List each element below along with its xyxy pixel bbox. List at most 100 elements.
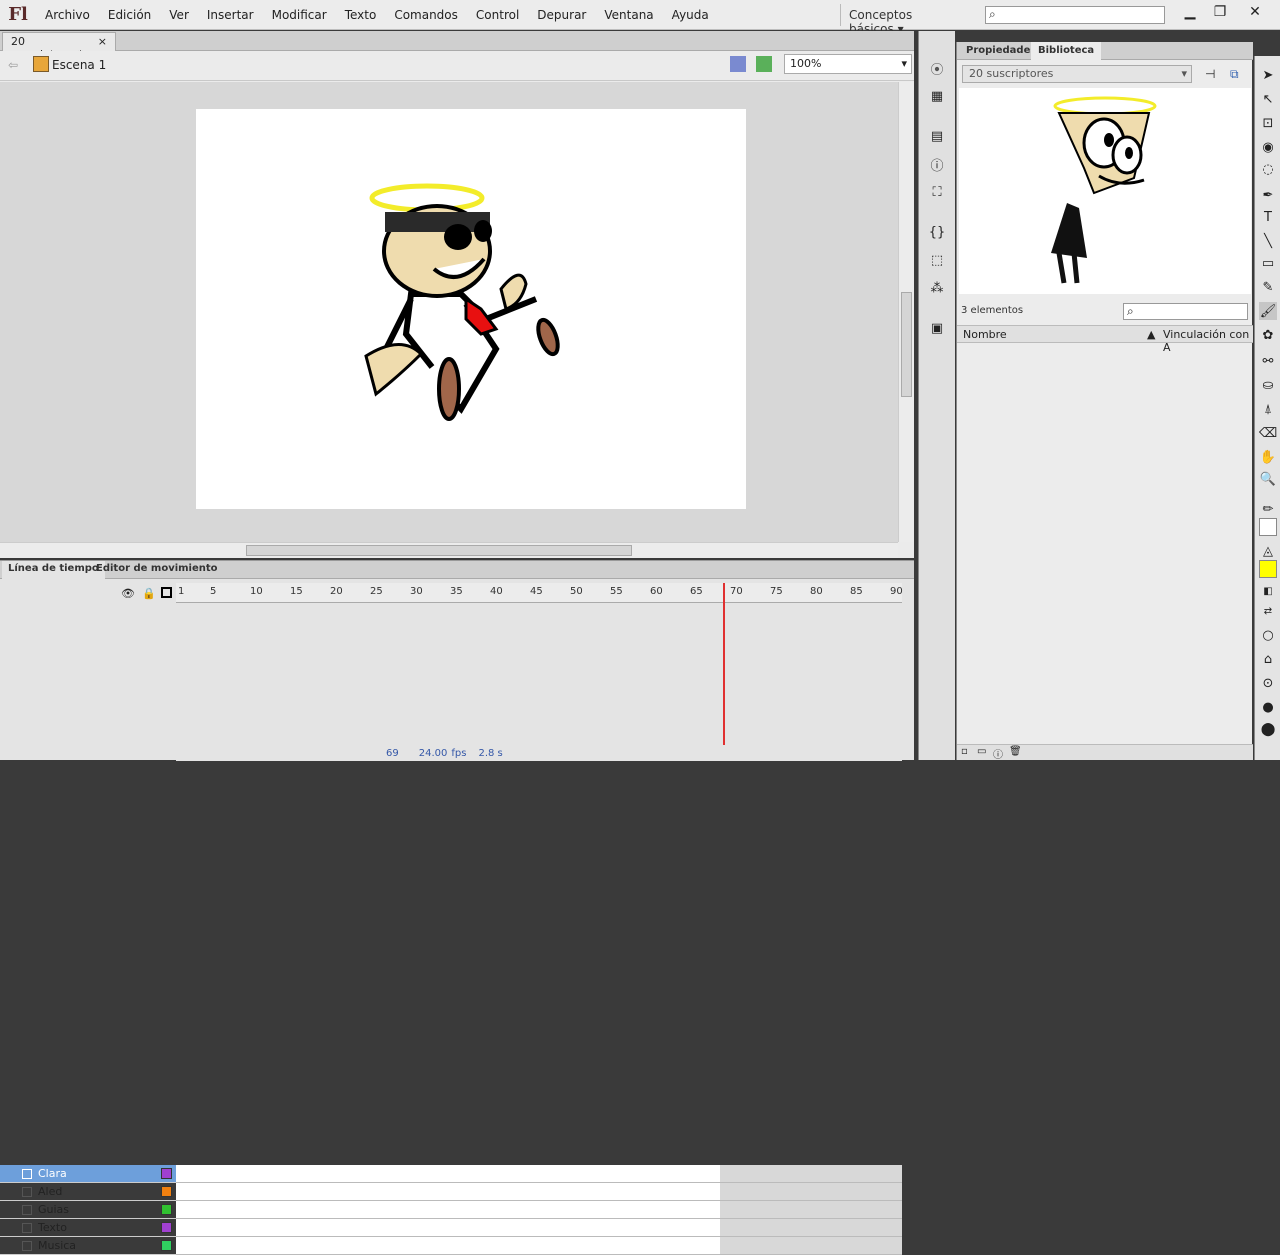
layer-row[interactable]: Musica — [0, 1237, 176, 1255]
menu-item-10[interactable]: Ayuda — [663, 8, 718, 22]
deco-icon[interactable]: ✿ — [1259, 326, 1277, 344]
layer-row[interactable]: Clara — [0, 1165, 176, 1183]
workspace-switcher[interactable]: Conceptos básicos ▾ — [840, 4, 968, 36]
scroll-thumb[interactable] — [246, 545, 632, 556]
code-snippets-icon[interactable]: {} — [928, 223, 946, 241]
frame-row[interactable] — [176, 1201, 902, 1219]
layer-color-swatch[interactable] — [161, 1168, 172, 1179]
outline-icon[interactable] — [161, 587, 172, 598]
zoom-icon[interactable]: 🔍 — [1259, 470, 1277, 488]
frame-row[interactable] — [176, 1237, 902, 1255]
stage-canvas[interactable] — [196, 109, 746, 509]
free-transform-icon[interactable]: ⊡ — [1259, 114, 1277, 132]
layer-color-swatch[interactable] — [161, 1204, 172, 1215]
stroke-color-swatch[interactable] — [1259, 518, 1277, 536]
properties-icon[interactable]: ⓘ — [993, 746, 1003, 761]
smooth-icon[interactable]: ⊙ — [1259, 674, 1277, 692]
column-name[interactable]: Nombre — [963, 328, 1007, 341]
layer-row[interactable]: Texto — [0, 1219, 176, 1237]
layer-color-swatch[interactable] — [161, 1222, 172, 1233]
eyedropper-icon[interactable]: ⍋ — [1259, 400, 1277, 418]
info-icon[interactable]: ⓘ — [928, 155, 946, 174]
back-arrow-icon[interactable]: ⇦ — [8, 58, 18, 72]
lasso-icon[interactable]: ◌ — [1259, 160, 1277, 178]
brush-size-icon[interactable]: ● — [1259, 698, 1277, 716]
restore-button[interactable]: ❐ — [1205, 2, 1235, 22]
menu-item-9[interactable]: Ventana — [595, 8, 662, 22]
fill-color-icon[interactable]: ◬ — [1259, 542, 1277, 560]
text-tool-icon[interactable]: T — [1259, 208, 1277, 226]
zoom-select[interactable]: 100% ▾ — [784, 54, 912, 74]
help-search-input[interactable]: ⌕ — [985, 6, 1165, 24]
tab-library[interactable]: Biblioteca — [1031, 42, 1102, 60]
swatches-icon[interactable]: ▦ — [928, 87, 946, 105]
components-icon[interactable]: ⬚ — [928, 251, 946, 269]
bone-icon[interactable]: ⚯ — [1259, 352, 1277, 370]
scene-label[interactable]: Escena 1 — [52, 58, 106, 72]
frame-rate[interactable]: 24.00 — [419, 748, 448, 759]
lock-icon[interactable]: 🔒 — [142, 587, 156, 600]
frame-row[interactable] — [176, 1165, 902, 1183]
edit-scene-icon[interactable] — [730, 56, 746, 72]
snap-icon[interactable]: ○ — [1259, 626, 1277, 644]
transform-icon[interactable]: ⛶ — [928, 183, 946, 201]
3d-rotation-icon[interactable]: ◉ — [1259, 138, 1277, 156]
layer-name[interactable]: Musica — [38, 1239, 76, 1252]
close-window-button[interactable]: ✕ — [1240, 2, 1270, 22]
delete-icon[interactable]: 🗑 — [1009, 746, 1022, 757]
brush-icon[interactable]: 🖌 — [1259, 302, 1277, 320]
layer-color-swatch[interactable] — [161, 1240, 172, 1251]
layer-color-swatch[interactable] — [161, 1186, 172, 1197]
stage-horizontal-scrollbar[interactable] — [0, 542, 898, 558]
playhead[interactable] — [723, 583, 725, 761]
current-frame[interactable]: 69 — [386, 748, 399, 759]
document-tab[interactable]: 20 suscriptores* × — [2, 32, 116, 61]
menu-item-3[interactable]: Insertar — [198, 8, 263, 22]
eraser-icon[interactable]: ⌫ — [1259, 424, 1277, 442]
brush-shape-icon[interactable]: ⬤ — [1259, 720, 1277, 738]
stroke-color-icon[interactable]: ✏ — [1259, 500, 1277, 518]
swap-colors-icon[interactable]: ⇄ — [1259, 602, 1277, 620]
new-symbol-icon[interactable]: ▫ — [961, 746, 968, 757]
paint-bucket-icon[interactable]: ⛀ — [1259, 376, 1277, 394]
edit-symbol-icon[interactable] — [756, 56, 772, 72]
stage-vertical-scrollbar[interactable] — [898, 82, 914, 542]
hand-icon[interactable]: ✋ — [1259, 448, 1277, 466]
line-tool-icon[interactable]: ╲ — [1259, 232, 1277, 250]
layer-name[interactable]: Guias — [38, 1203, 69, 1216]
pencil-icon[interactable]: ✎ — [1259, 278, 1277, 296]
menu-item-8[interactable]: Depurar — [528, 8, 595, 22]
layer-name[interactable]: Texto — [38, 1221, 67, 1234]
color-icon[interactable]: ⦿ — [928, 59, 946, 78]
column-linkage[interactable]: Vinculación con A — [1163, 328, 1253, 354]
menu-item-4[interactable]: Modificar — [263, 8, 336, 22]
library-search-input[interactable]: ⌕ — [1123, 303, 1248, 320]
pen-icon[interactable]: ✒ — [1259, 186, 1277, 204]
frame-ruler[interactable]: 1 5 10 15 20 25 30 35 40 45 50 55 60 65 70 75 80 85 90 — [176, 583, 903, 603]
fill-color-swatch[interactable] — [1259, 560, 1277, 578]
menu-item-0[interactable]: Archivo — [36, 8, 99, 22]
menu-item-2[interactable]: Ver — [160, 8, 198, 22]
rectangle-tool-icon[interactable]: ▭ — [1259, 254, 1277, 272]
motion-presets-icon[interactable]: ⁂ — [928, 279, 946, 297]
sort-icon[interactable]: ▲ — [1147, 328, 1155, 341]
menu-item-7[interactable]: Control — [467, 8, 528, 22]
frame-row[interactable] — [176, 1219, 902, 1237]
selection-tool-icon[interactable]: ➤ — [1259, 66, 1277, 84]
layer-row[interactable]: Aled — [0, 1183, 176, 1201]
new-library-icon[interactable]: ⧉ — [1230, 67, 1239, 82]
subselection-tool-icon[interactable]: ↖ — [1259, 90, 1277, 108]
menu-item-1[interactable]: Edición — [99, 8, 160, 22]
object-drawing-icon[interactable]: ⌂ — [1259, 650, 1277, 668]
layer-name[interactable]: Clara — [38, 1167, 67, 1180]
layer-row[interactable]: Guias — [0, 1201, 176, 1219]
new-folder-icon[interactable]: ▭ — [977, 746, 986, 757]
tab-motion-editor[interactable]: Editor de movimiento — [90, 561, 224, 579]
minimize-button[interactable]: ▁ — [1175, 2, 1205, 22]
menu-item-5[interactable]: Texto — [336, 8, 386, 22]
layer-name[interactable]: Aled — [38, 1185, 62, 1198]
history-icon[interactable]: ▣ — [928, 319, 946, 337]
scroll-thumb[interactable] — [901, 292, 912, 397]
align-icon[interactable]: ▤ — [928, 127, 946, 145]
frame-row[interactable] — [176, 1183, 902, 1201]
